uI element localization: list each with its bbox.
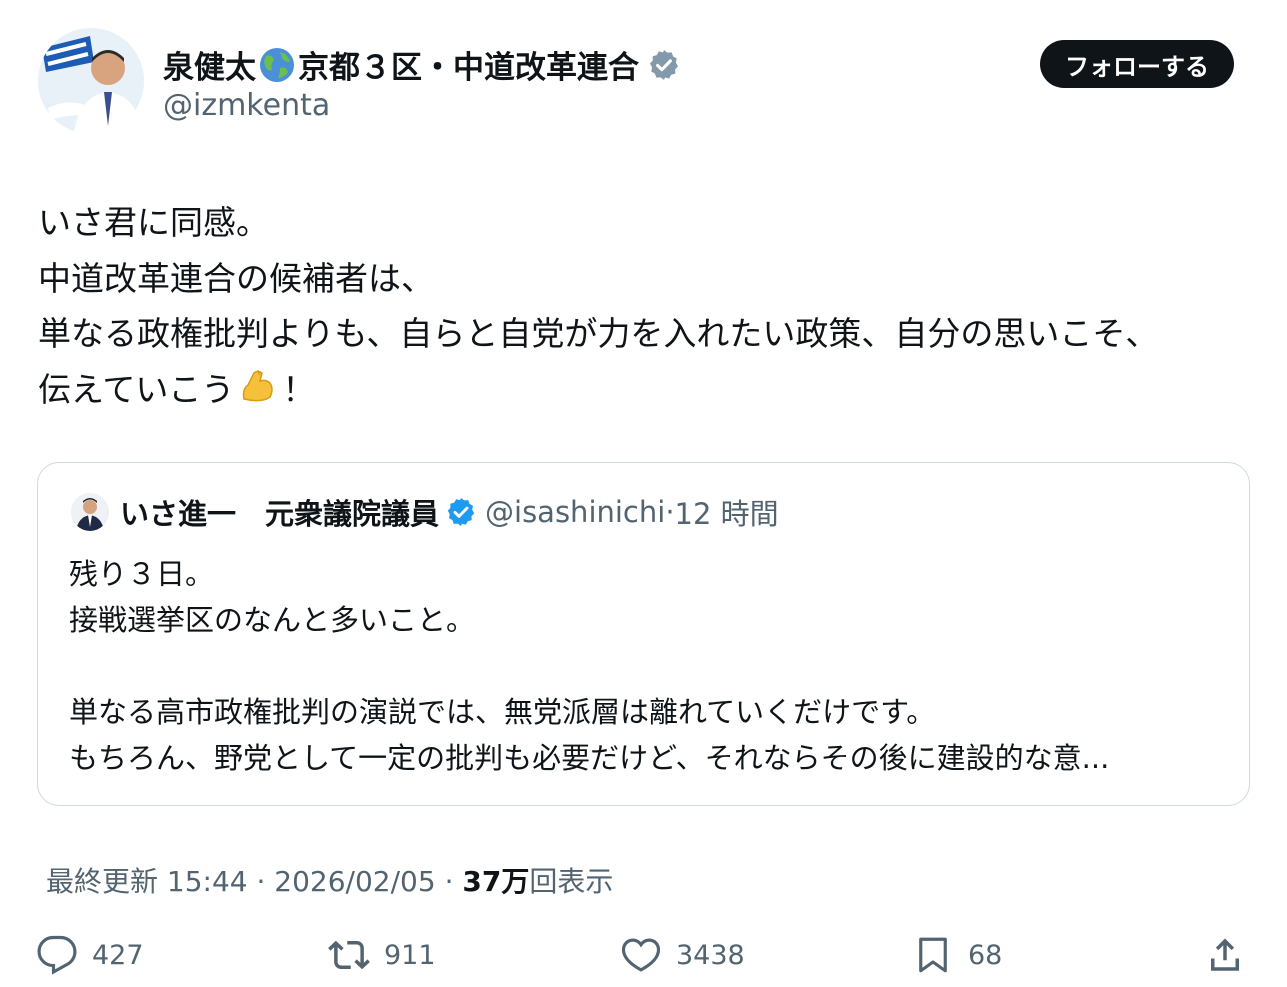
- author-photo-icon: [38, 28, 144, 134]
- share-button[interactable]: [1204, 934, 1260, 976]
- action-bar: 427 911 3438 68: [0, 930, 1287, 986]
- meta-separator: ·: [435, 865, 463, 898]
- quoted-line-4: 単なる高市政権批判の演説では、無党派層は離れていくだけです。: [69, 695, 936, 729]
- author-name[interactable]: 泉健太 京都３区・中道改革連合: [163, 42, 681, 87]
- reply-button[interactable]: 427: [36, 934, 144, 976]
- tweet-line-2: 中道改革連合の候補者は、: [38, 258, 434, 298]
- bookmark-icon: [919, 937, 947, 973]
- tweet-line-4-text: 伝えていこう: [38, 369, 235, 409]
- author-name-part1: 泉健太: [163, 50, 256, 86]
- reply-icon: [37, 935, 77, 975]
- flexed-biceps-icon: [238, 367, 278, 407]
- quoted-author-name[interactable]: いさ進一 元衆議院議員: [120, 491, 439, 533]
- reply-count: 427: [92, 939, 144, 971]
- tweet-line-3: 単なる政権批判よりも、自らと自党が力を入れたい政策、自分の思いこそ、: [38, 314, 1159, 353]
- globe-icon: [258, 46, 296, 84]
- quoted-line-2: 接戦選挙区のなんと多いこと。: [69, 603, 476, 637]
- heart-icon: [621, 938, 661, 972]
- verified-badge-icon: [445, 496, 477, 528]
- quoted-author-handle[interactable]: @isashinichi: [485, 495, 665, 529]
- quoted-header: いさ進一 元衆議院議員 @isashinichi · 12 時間: [120, 491, 779, 533]
- share-icon: [1211, 938, 1239, 971]
- quoted-tweet[interactable]: いさ進一 元衆議院議員 @isashinichi · 12 時間 残り３日。 接…: [37, 462, 1250, 806]
- tweet-meta: 最終更新 15:44 · 2026/02/05 · 37万回表示: [46, 860, 613, 900]
- updated-timestamp[interactable]: 最終更新 15:44 · 2026/02/05: [46, 865, 436, 898]
- tweet-line-1: いさ君に同感。: [38, 203, 269, 242]
- tweet-text: いさ君に同感。 中道改革連合の候補者は、 単なる政権批判よりも、自らと自党が力を…: [38, 195, 1158, 417]
- quoted-separator: ·: [665, 495, 675, 529]
- like-button[interactable]: 3438: [620, 934, 745, 976]
- tweet-line-4: 伝えていこう ！: [38, 362, 1158, 418]
- quoted-text: 残り３日。 接戦選挙区のなんと多いこと。 単なる高市政権批判の演説では、無党派層…: [69, 551, 1109, 781]
- tweet-line-4-end: ！: [282, 369, 316, 409]
- author-handle[interactable]: @izmkenta: [163, 88, 330, 123]
- bookmark-count: 68: [968, 939, 1003, 971]
- quoted-timestamp[interactable]: 12 時間: [675, 491, 779, 533]
- verified-badge-icon[interactable]: [647, 48, 681, 82]
- repost-button[interactable]: 911: [328, 934, 436, 976]
- quoted-line-3: [69, 643, 1109, 689]
- follow-button[interactable]: フォローする: [1040, 40, 1234, 88]
- author-name-part2: 京都３区・中道改革連合: [298, 50, 639, 86]
- quoted-author-avatar[interactable]: [71, 493, 109, 531]
- views-count: 37万: [462, 865, 530, 898]
- quoted-line-5: もちろん、野党として一定の批判も必要だけど、それならその後に建設的な意...: [69, 741, 1110, 775]
- views-label: 回表示: [529, 865, 614, 898]
- repost-icon: [328, 940, 370, 970]
- quoted-author-photo-icon: [71, 493, 109, 531]
- quoted-line-1: 残り３日。: [69, 557, 215, 591]
- repost-count: 911: [384, 939, 436, 971]
- author-avatar[interactable]: [38, 28, 144, 134]
- like-count: 3438: [676, 939, 745, 971]
- bookmark-button[interactable]: 68: [912, 934, 1002, 976]
